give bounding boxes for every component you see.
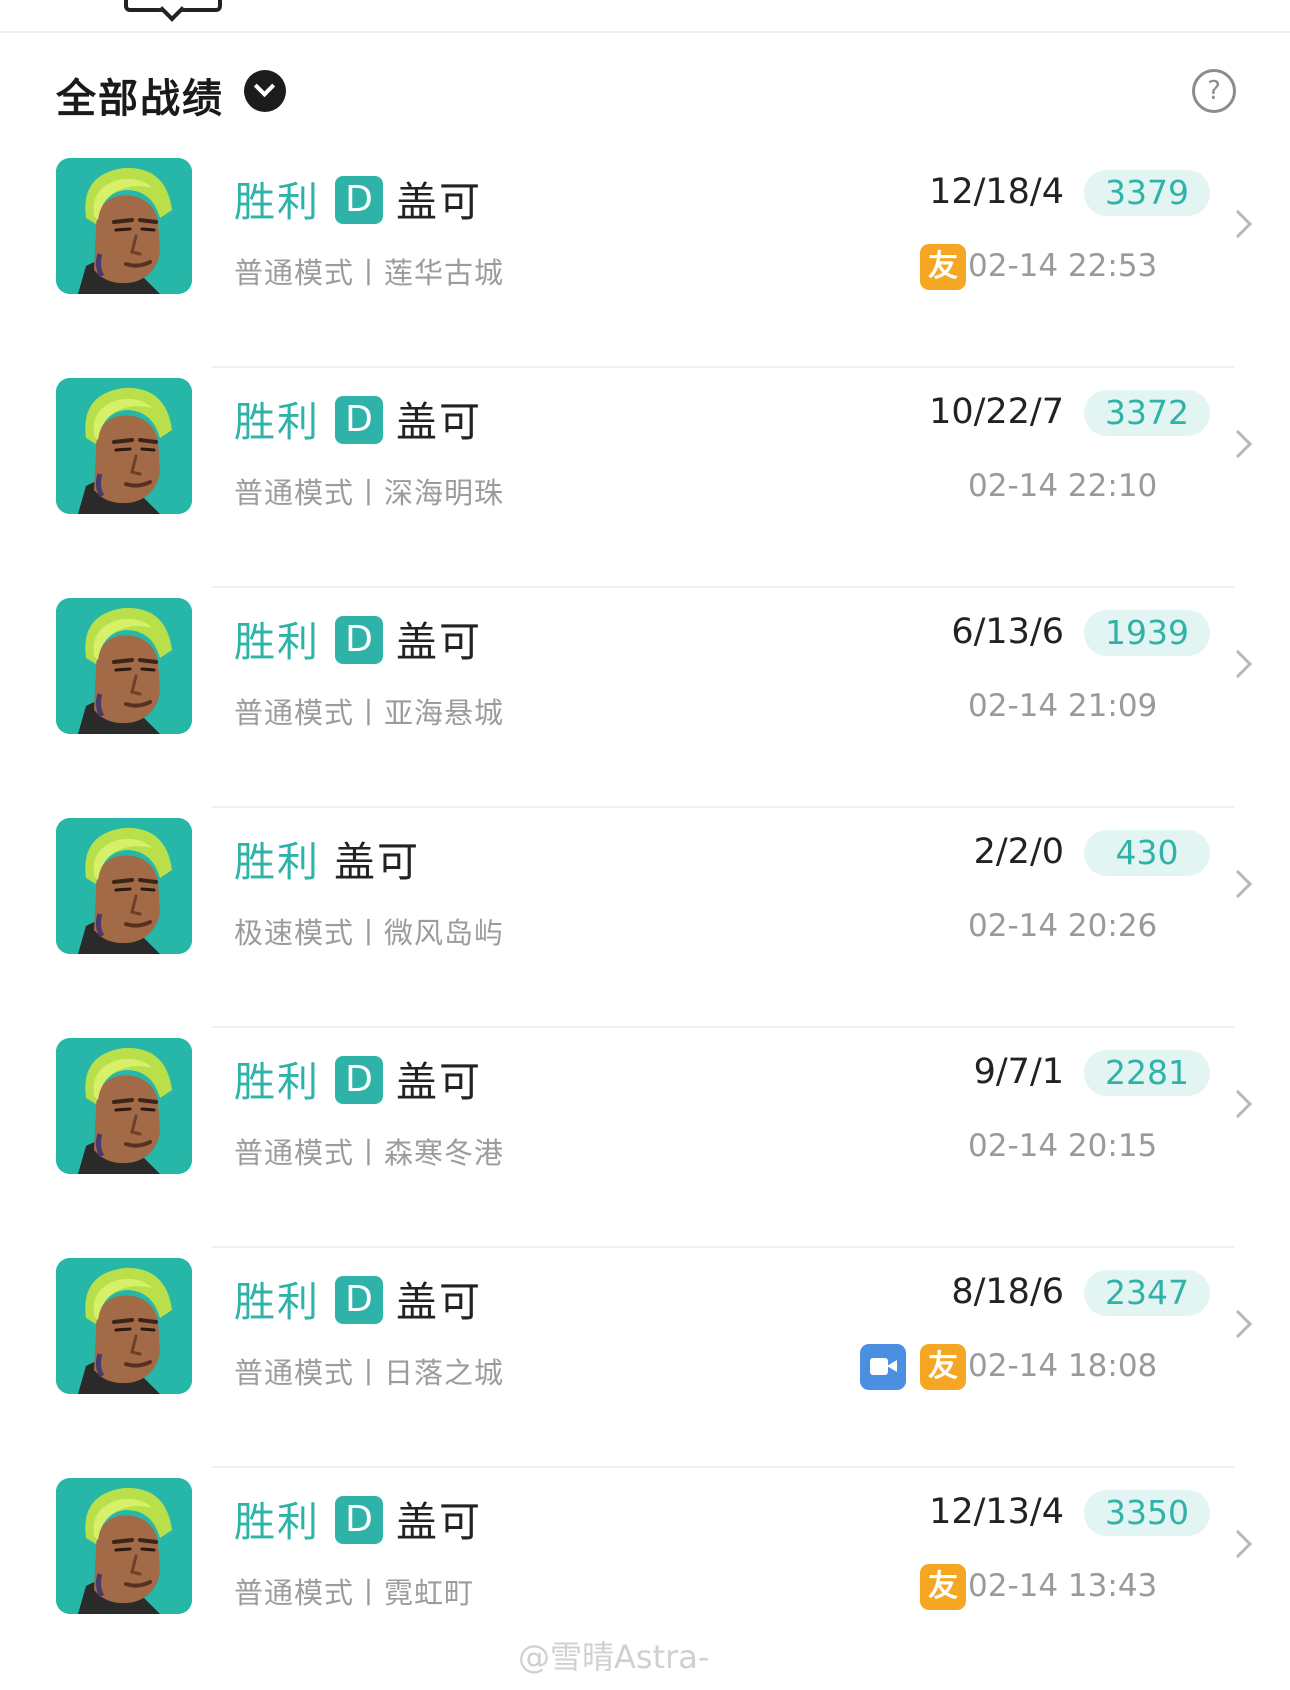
mode-map-label: 普通模式丨日落之城: [234, 1356, 505, 1390]
video-replay-icon[interactable]: [860, 1344, 906, 1390]
match-time: 02-14 13:43: [968, 1568, 1158, 1604]
match-list: 胜利 D 盖可 普通模式丨莲华古城 12/18/4 3379 友 02-14 2…: [0, 150, 1290, 1666]
watermark: @雪晴Astra-: [518, 1638, 710, 1676]
section-header: 全部战绩 ?: [56, 62, 1236, 122]
match-row[interactable]: 胜利 D 盖可 普通模式丨莲华古城 12/18/4 3379 友 02-14 2…: [0, 150, 1290, 370]
match-row[interactable]: 胜利 D 盖可 普通模式丨亚海悬城 6/13/6 1939 02-14 21:0…: [0, 590, 1290, 810]
match-row[interactable]: 胜利 D 盖可 普通模式丨深海明珠 10/22/7 3372 02-14 22:…: [0, 370, 1290, 590]
score-badge: 3350: [1084, 1490, 1210, 1536]
score-badge: 3379: [1084, 170, 1210, 216]
avatar: [56, 1478, 192, 1614]
hero-name: 盖可: [396, 178, 482, 226]
match-row[interactable]: 胜利 盖可 极速模式丨微风岛屿 2/2/0 430 02-14 20:26: [0, 810, 1290, 1030]
chevron-right-icon: [1223, 429, 1253, 459]
hero-name: 盖可: [396, 398, 482, 446]
result-label: 胜利: [234, 838, 320, 886]
divider: [212, 366, 1234, 368]
mode-map-label: 普通模式丨亚海悬城: [234, 696, 505, 730]
chevron-right-icon: [1223, 1309, 1253, 1339]
page-title: 全部战绩: [56, 76, 224, 122]
chevron-right-icon: [1223, 869, 1253, 899]
result-label: 胜利: [234, 1058, 320, 1106]
hero-portrait-icon: [56, 598, 192, 734]
grade-badge: D: [335, 1276, 383, 1324]
kda-value: 12/18/4: [929, 172, 1064, 212]
kda-value: 6/13/6: [951, 612, 1064, 652]
avatar: [56, 598, 192, 734]
kda-value: 10/22/7: [929, 392, 1064, 432]
result-label: 胜利: [234, 618, 320, 666]
hero-portrait-icon: [56, 1258, 192, 1394]
hero-portrait-icon: [56, 378, 192, 514]
filter-dropdown-icon[interactable]: [244, 70, 286, 112]
score-badge: 430: [1084, 830, 1210, 876]
kda-value: 8/18/6: [951, 1272, 1064, 1312]
avatar: [56, 1258, 192, 1394]
friend-badge-icon: 友: [920, 1344, 966, 1390]
hero-portrait-icon: [56, 818, 192, 954]
grade-badge: D: [335, 616, 383, 664]
divider: [212, 586, 1234, 588]
match-time: 02-14 22:10: [968, 468, 1158, 504]
match-row[interactable]: 胜利 D 盖可 普通模式丨日落之城 8/18/6 2347 友 02-14 18…: [0, 1250, 1290, 1470]
avatar: [56, 158, 192, 294]
hero-portrait-icon: [56, 1478, 192, 1614]
match-time: 02-14 21:09: [968, 688, 1158, 724]
score-badge: 2347: [1084, 1270, 1210, 1316]
hero-name: 盖可: [396, 1498, 482, 1546]
chevron-right-icon: [1223, 1089, 1253, 1119]
result-label: 胜利: [234, 1278, 320, 1326]
score-badge: 3372: [1084, 390, 1210, 436]
kda-value: 12/13/4: [929, 1492, 1064, 1532]
grade-badge: D: [335, 176, 383, 224]
result-label: 胜利: [234, 178, 320, 226]
divider: [212, 806, 1234, 808]
friend-badge-icon: 友: [920, 1564, 966, 1610]
divider: [212, 1246, 1234, 1248]
grade-badge: D: [335, 1056, 383, 1104]
kda-value: 2/2/0: [973, 832, 1064, 872]
result-label: 胜利: [234, 398, 320, 446]
match-time: 02-14 18:08: [968, 1348, 1158, 1384]
divider: [212, 1026, 1234, 1028]
mode-map-label: 极速模式丨微风岛屿: [234, 916, 505, 950]
score-badge: 2281: [1084, 1050, 1210, 1096]
match-time: 02-14 20:15: [968, 1128, 1158, 1164]
mode-map-label: 普通模式丨莲华古城: [234, 256, 505, 290]
chevron-right-icon: [1223, 209, 1253, 239]
avatar: [56, 1038, 192, 1174]
hero-portrait-icon: [56, 1038, 192, 1174]
chevron-right-icon: [1223, 649, 1253, 679]
avatar: [56, 378, 192, 514]
chevron-right-icon: [1223, 1529, 1253, 1559]
score-badge: 1939: [1084, 610, 1210, 656]
hero-name: 盖可: [396, 618, 482, 666]
mode-map-label: 普通模式丨森寒冬港: [234, 1136, 505, 1170]
result-label: 胜利: [234, 1498, 320, 1546]
hero-name: 盖可: [396, 1058, 482, 1106]
hero-portrait-icon: [56, 158, 192, 294]
grade-badge: D: [335, 396, 383, 444]
match-time: 02-14 22:53: [968, 248, 1158, 284]
grade-badge: D: [335, 1496, 383, 1544]
mode-map-label: 普通模式丨霓虹町: [234, 1576, 475, 1610]
match-time: 02-14 20:26: [968, 908, 1158, 944]
match-row[interactable]: 胜利 D 盖可 普通模式丨森寒冬港 9/7/1 2281 02-14 20:15: [0, 1030, 1290, 1250]
tab-indicator-icon[interactable]: [124, 0, 222, 12]
avatar: [56, 818, 192, 954]
mode-map-label: 普通模式丨深海明珠: [234, 476, 505, 510]
help-icon[interactable]: ?: [1192, 69, 1236, 113]
kda-value: 9/7/1: [973, 1052, 1064, 1092]
hero-name: 盖可: [396, 1278, 482, 1326]
hero-name: 盖可: [334, 838, 420, 886]
top-bar: [0, 0, 1290, 33]
friend-badge-icon: 友: [920, 244, 966, 290]
divider: [212, 1466, 1234, 1468]
